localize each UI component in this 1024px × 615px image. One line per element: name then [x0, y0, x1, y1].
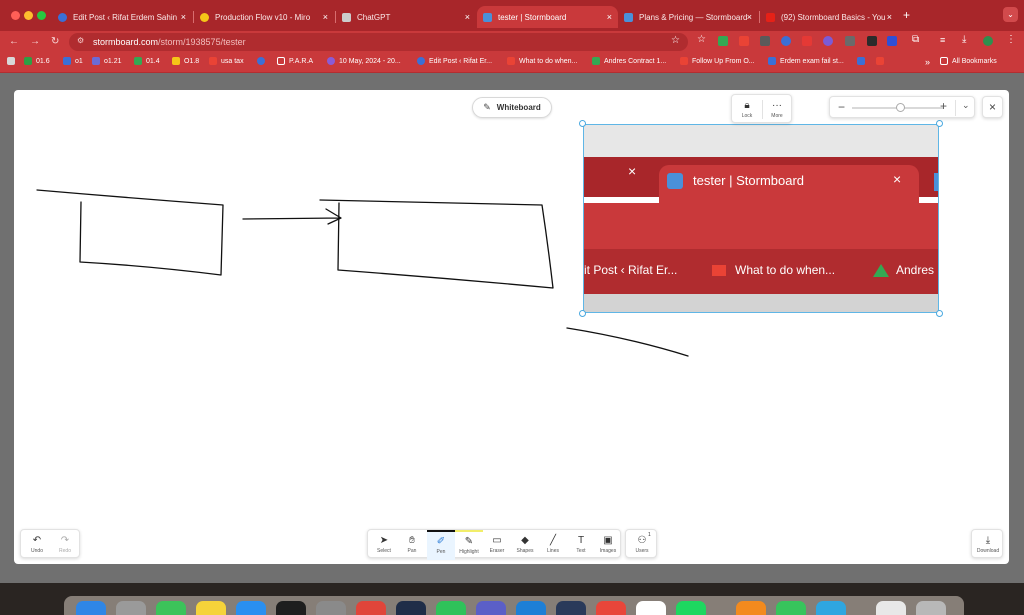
whatsapp-icon[interactable]: [436, 601, 466, 615]
images-tool[interactable]: ▣ Images: [594, 530, 622, 560]
redo-icon: ↷: [60, 535, 70, 546]
undo-icon: ↶: [32, 535, 42, 546]
whiteboard-icon: ✎: [483, 102, 491, 112]
eraser-icon: ▭: [492, 535, 502, 546]
drawing-toolbar: ➤ Select ✋︎ Pan ✐ Pen ✎ Highlight ▭ Eraser ◆ S…: [367, 529, 622, 560]
hand-icon: ✋︎: [409, 535, 415, 546]
history-panel: ↶ Undo ↷ Redo: [20, 529, 80, 558]
select-tool[interactable]: ➤ Select: [370, 530, 398, 560]
messages-icon[interactable]: [156, 601, 186, 615]
resize-handle[interactable]: [936, 120, 943, 127]
eraser-tool[interactable]: ▭ Eraser: [483, 530, 511, 560]
close-icon: ×: [988, 100, 996, 114]
text-icon: T: [577, 535, 585, 546]
embedded-bookmark: Andres: [896, 263, 935, 277]
users-count: 1: [648, 532, 651, 538]
vscode-icon[interactable]: [516, 601, 546, 615]
resize-handle[interactable]: [936, 310, 943, 317]
app-icon[interactable]: [816, 601, 846, 615]
cursor-icon: ➤: [379, 535, 389, 546]
launchpad-icon[interactable]: [116, 601, 146, 615]
embedded-bookmark: What to do when...: [735, 263, 836, 277]
pen-stroke: [319, 199, 554, 289]
shapes-tool[interactable]: ◆ Shapes: [511, 530, 539, 560]
app-icon[interactable]: [596, 601, 626, 615]
zoom-in-button[interactable]: +: [940, 99, 947, 113]
drive-icon: [873, 264, 889, 277]
close-icon: ×: [628, 163, 637, 179]
users-panel: ⚇ Users 1: [625, 529, 657, 558]
pen-stroke: [36, 189, 224, 276]
spotify-icon[interactable]: [676, 601, 706, 615]
undo-button[interactable]: ↶ Undo: [23, 530, 51, 560]
facetime-icon[interactable]: [776, 601, 806, 615]
lock-button[interactable]: 🔒︎ Lock: [733, 95, 761, 125]
documents-folder-icon[interactable]: [876, 601, 906, 615]
download-icon: ⤓: [985, 535, 991, 546]
resize-handle[interactable]: [579, 310, 586, 317]
embedded-image[interactable]: × tester | Stormboard × it Post ‹ Rifat …: [583, 124, 939, 313]
image-action-panel: 🔒︎ Lock ··· More: [731, 94, 792, 123]
finder-icon[interactable]: [76, 601, 106, 615]
zoom-slider-thumb[interactable]: [896, 103, 905, 112]
app-icon[interactable]: [636, 601, 666, 615]
chrome-icon[interactable]: [356, 601, 386, 615]
chevron-double-down-icon[interactable]: ⌄: [962, 100, 970, 111]
chatgpt-app-icon[interactable]: [396, 601, 426, 615]
highlight-tool[interactable]: ✎ Highlight: [455, 530, 483, 560]
notes-icon[interactable]: [196, 601, 226, 615]
users-icon: ⚇: [637, 535, 647, 546]
pen-stroke: [242, 208, 342, 225]
zoom-out-button[interactable]: −: [838, 100, 845, 114]
close-board-button[interactable]: ×: [982, 96, 1003, 118]
app-icon[interactable]: [556, 601, 586, 615]
teams-icon[interactable]: [476, 601, 506, 615]
text-tool[interactable]: T Text: [567, 530, 595, 560]
settings-icon[interactable]: [316, 601, 346, 615]
terminal-icon[interactable]: [276, 601, 306, 615]
download-panel: ⤓ Download: [971, 529, 1003, 558]
shapes-icon: ◆: [521, 535, 529, 546]
close-icon: ×: [893, 171, 902, 187]
download-button[interactable]: ⤓ Download: [974, 530, 1002, 560]
more-icon: ···: [772, 100, 782, 111]
lines-tool[interactable]: ╱ Lines: [539, 530, 567, 560]
gmail-icon: [712, 265, 726, 276]
zoom-control: − + ⌄: [829, 96, 975, 118]
whiteboard-mode-button[interactable]: ✎ Whiteboard: [472, 97, 552, 118]
vlc-icon[interactable]: [736, 601, 766, 615]
stormboard-icon: [667, 173, 683, 189]
highlighter-icon: ✎: [464, 536, 474, 547]
line-icon: ╱: [549, 535, 557, 546]
more-button[interactable]: ··· More: [763, 95, 791, 125]
xcode-icon[interactable]: [236, 601, 266, 615]
lock-icon: 🔒︎: [744, 100, 750, 111]
resize-handle[interactable]: [579, 120, 586, 127]
trash-icon[interactable]: [916, 601, 946, 615]
embedded-tab-label: tester | Stormboard: [693, 173, 805, 188]
embedded-bookmark: it Post ‹ Rifat Er...: [584, 263, 678, 277]
redo-button[interactable]: ↷ Redo: [51, 530, 79, 560]
image-icon: ▣: [603, 535, 613, 546]
pen-tool[interactable]: ✐ Pen: [427, 530, 455, 560]
pan-tool[interactable]: ✋︎ Pan: [398, 530, 426, 560]
users-button[interactable]: ⚇ Users: [628, 530, 656, 560]
pen-stroke: [566, 327, 689, 357]
pen-icon: ✐: [436, 536, 446, 547]
